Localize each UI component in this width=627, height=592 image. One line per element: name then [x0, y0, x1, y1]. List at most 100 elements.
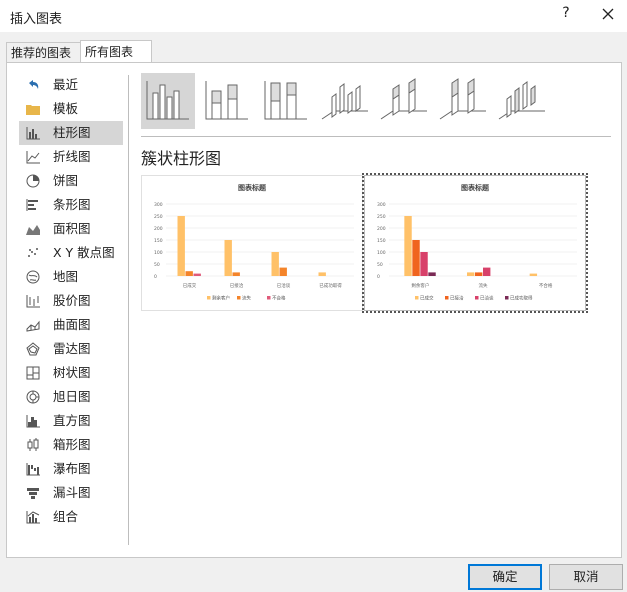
sidebar-item[interactable]: 组合	[19, 505, 123, 529]
bar	[420, 252, 428, 276]
sidebar-item[interactable]: 树状图	[19, 361, 123, 385]
legend-label: 流失	[242, 295, 251, 302]
chart-preview-2-svg: 图表标题 0 50 100 150 200 250 300 剩余客户 流失 不合格已成交 已接洽 已洽谈…	[377, 183, 577, 302]
title-bar: 插入图表 ?	[0, 0, 627, 32]
legend-label: 剩余客户	[212, 295, 230, 302]
bar	[185, 271, 193, 276]
stacked-column-icon	[200, 81, 254, 132]
bar	[529, 273, 538, 276]
legend-swatch	[445, 296, 449, 300]
combo-chart-icon	[25, 509, 41, 525]
surface-chart-icon	[25, 317, 41, 333]
x-tick-label: 已接洽	[230, 282, 244, 289]
horizontal-divider	[141, 136, 611, 137]
sidebar-item[interactable]: 面积图	[19, 217, 123, 241]
sidebar-item-label: 模板	[53, 101, 79, 116]
subtype-title: 簇状柱形图	[141, 149, 222, 168]
3d-column-icon	[495, 81, 549, 132]
chart-preview-2[interactable]: 图表标题 0 50 100 150 200 250 300 剩余客户 流失 不合格 已成交 已接洽 已洽谈…	[362, 173, 588, 313]
sidebar-item[interactable]: 雷达图	[19, 337, 123, 361]
legend-label: 已成功取得	[510, 295, 533, 302]
cancel-button[interactable]: 取消	[549, 564, 623, 590]
chart-subtype-option[interactable]	[200, 73, 254, 129]
sidebar-item-label: 旭日图	[53, 389, 91, 404]
sidebar-item-label: 条形图	[53, 197, 91, 212]
box-chart-icon	[25, 437, 41, 453]
sidebar-item[interactable]: 折线图	[19, 145, 123, 169]
sidebar-item[interactable]: 曲面图	[19, 313, 123, 337]
sidebar-item[interactable]: 条形图	[19, 193, 123, 217]
sidebar-item[interactable]: 漏斗图	[19, 481, 123, 505]
y-tick-label: 100	[377, 250, 386, 256]
sidebar-item-label: 折线图	[53, 149, 91, 164]
y-tick-label: 200	[377, 226, 386, 232]
waterfall-chart-icon	[25, 461, 41, 477]
area-chart-icon	[25, 221, 41, 237]
undo-icon	[25, 77, 41, 93]
tab-recommended-charts[interactable]: 推荐的图表	[6, 42, 86, 63]
sidebar-item[interactable]: 最近	[19, 73, 123, 97]
close-icon	[602, 8, 614, 20]
legend-swatch	[237, 296, 241, 300]
sidebar-item[interactable]: 模板	[19, 97, 123, 121]
sidebar-item[interactable]: 旭日图	[19, 385, 123, 409]
chart-subtype-option[interactable]	[259, 73, 313, 129]
y-tick-label: 250	[154, 214, 163, 220]
pie-chart-icon	[25, 173, 41, 189]
sidebar-item[interactable]: 直方图	[19, 409, 123, 433]
sidebar-item[interactable]: 饼图	[19, 169, 123, 193]
vertical-divider	[128, 75, 129, 545]
legend-swatch	[267, 296, 271, 300]
legend-label: 已洽谈	[480, 295, 494, 302]
3d-100-stacked-column-icon	[436, 78, 490, 132]
sidebar-item-label: X Y 散点图	[53, 245, 115, 260]
chart-subtype-option[interactable]	[318, 73, 372, 129]
sidebar-item[interactable]: 股价图	[19, 289, 123, 313]
x-tick-label: 剩余客户	[411, 282, 429, 289]
sidebar-item[interactable]: 箱形图	[19, 433, 123, 457]
bar	[279, 267, 287, 276]
close-button[interactable]	[596, 4, 620, 26]
chart-title: 图表标题	[238, 183, 267, 192]
sidebar-item-label: 股价图	[53, 293, 91, 308]
sidebar-item-label: 最近	[53, 77, 79, 92]
sidebar-item[interactable]: 瀑布图	[19, 457, 123, 481]
y-tick-label: 150	[377, 238, 386, 244]
sidebar-item-label: 瀑布图	[53, 461, 91, 476]
chart-subtype-option[interactable]	[377, 73, 431, 129]
3d-stacked-column-icon	[377, 78, 431, 132]
bar	[475, 272, 483, 276]
tab-all-charts[interactable]: 所有图表	[80, 40, 152, 64]
y-tick-label: 0	[377, 274, 380, 280]
x-tick-label: 流失	[479, 282, 488, 289]
sidebar-item-label: 树状图	[53, 365, 91, 380]
chart-subtype-option[interactable]	[436, 73, 490, 129]
chart-subtype-option[interactable]	[495, 73, 549, 129]
y-tick-label: 100	[154, 250, 163, 256]
chart-panel: 最近模板柱形图折线图饼图条形图面积图 X Y 散点图地图股价图曲面图 雷达图树状图旭…	[6, 62, 622, 558]
help-button[interactable]: ?	[557, 5, 575, 25]
funnel-chart-icon	[25, 485, 41, 501]
sidebar-item-label: 漏斗图	[53, 485, 91, 500]
bar	[428, 272, 436, 276]
y-tick-label: 0	[154, 274, 157, 280]
chart-preview-1[interactable]: 图表标题 0 50 100 150 200 250 300 已成交 已接洽 已洽谈 已成功取得 剩余客户…	[141, 175, 363, 311]
legend-swatch	[207, 296, 211, 300]
histogram-chart-icon	[25, 413, 41, 429]
radar-chart-icon	[25, 341, 41, 357]
sidebar-item[interactable]: 柱形图	[19, 121, 123, 145]
sidebar-item[interactable]: X Y 散点图	[19, 241, 123, 265]
sidebar-item[interactable]: 地图	[19, 265, 123, 289]
ok-button[interactable]: 确定	[468, 564, 542, 590]
chart-subtype-option[interactable]	[141, 73, 195, 129]
clustered-column-icon	[141, 81, 195, 132]
x-tick-label: 已成交	[183, 282, 197, 289]
bar	[467, 272, 475, 276]
chart-preview-1-svg: 图表标题 0 50 100 150 200 250 300 已成交 已接洽 已洽谈 已成功取得剩余客户…	[154, 183, 354, 302]
x-tick-label: 不合格	[539, 282, 553, 289]
bar-chart-icon	[25, 197, 41, 213]
y-tick-label: 50	[377, 262, 383, 268]
y-tick-label: 50	[154, 262, 160, 268]
scatter-chart-icon	[25, 245, 41, 261]
sidebar-item-label: 柱形图	[53, 125, 91, 140]
